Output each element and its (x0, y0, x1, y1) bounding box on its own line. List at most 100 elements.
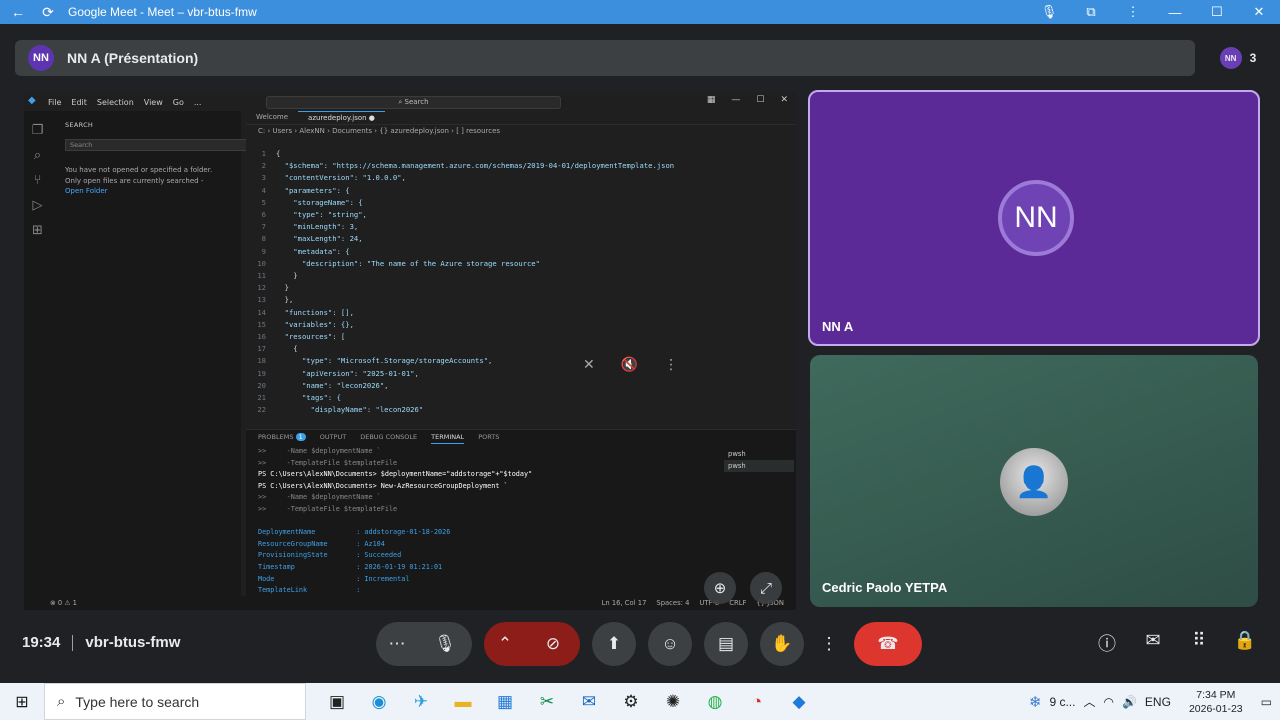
captions-button[interactable]: ▤ (704, 622, 748, 666)
windows-start-icon[interactable]: ⊞ (0, 692, 44, 712)
menu-file[interactable]: File (48, 98, 61, 107)
menu-edit[interactable]: Edit (71, 98, 87, 107)
file-explorer-icon[interactable]: ▬ (442, 683, 484, 720)
weather-text[interactable]: 9 c... (1049, 695, 1075, 709)
code-line[interactable]: 6 "type": "string", (246, 209, 746, 221)
terminal-output[interactable]: >> -Name $deploymentName ` >> -TemplateFi… (258, 446, 713, 597)
snipping-tool-icon[interactable]: ✂ (526, 683, 568, 720)
store-icon[interactable]: ▦ (484, 683, 526, 720)
camera-off-button[interactable]: ⊘ (526, 622, 580, 666)
zoom-in-icon[interactable]: ⊕ (704, 572, 736, 604)
activities-icon[interactable]: ⠿ (1186, 630, 1212, 656)
status-problems[interactable]: ⊗ 0 ⚠ 1 (24, 599, 77, 607)
close-button[interactable]: ✕ (1238, 4, 1280, 20)
tab-terminal[interactable]: TERMINAL (431, 430, 465, 444)
emoji-button[interactable]: ☺ (648, 622, 692, 666)
participant-tile[interactable]: 👤 Cedric Paolo YETPA (810, 355, 1258, 607)
fullscreen-icon[interactable]: ⤢ (750, 572, 782, 604)
weather-icon[interactable]: ❄ (1029, 693, 1042, 711)
mute-icon[interactable]: 🔇 (621, 357, 638, 373)
status-cursor[interactable]: Ln 16, Col 17 (602, 599, 647, 607)
more-vert-icon[interactable]: ⋮ (1112, 4, 1154, 20)
status-spaces[interactable]: Spaces: 4 (656, 599, 689, 607)
chatgpt-icon[interactable]: ✺ (652, 683, 694, 720)
menu-more[interactable]: ... (194, 98, 202, 107)
code-line[interactable]: 22 "displayName": "lecon2026" (246, 404, 746, 416)
edge-icon[interactable]: ◉ (358, 683, 400, 720)
more-options-button[interactable]: ⋮ (816, 622, 842, 666)
language-indicator[interactable]: ENG (1145, 695, 1171, 709)
sidebar-search-input[interactable]: Search (65, 139, 250, 151)
vscode-minimize-icon[interactable]: — (731, 95, 740, 105)
network-icon[interactable]: ◠ (1103, 695, 1113, 709)
terminal-item[interactable]: pwsh (724, 460, 794, 472)
meeting-details-icon[interactable]: ⓘ (1094, 630, 1120, 656)
more-options-icon[interactable]: ⋮ (664, 357, 678, 373)
vscode-maximize-icon[interactable]: ☐ (756, 95, 764, 105)
source-control-icon[interactable]: ⑂ (34, 173, 42, 188)
chat-icon[interactable]: ✉ (1140, 630, 1166, 656)
code-line[interactable]: 14 "functions": [], (246, 307, 746, 319)
code-line[interactable]: 3 "contentVersion": "1.0.0.0", (246, 172, 746, 184)
people-button[interactable]: NN 3 (1210, 42, 1266, 74)
extension-icon[interactable]: ⧉ (1070, 4, 1112, 20)
task-view-icon[interactable]: ▣ (316, 683, 358, 720)
volume-icon[interactable]: 🔊 (1122, 695, 1137, 709)
chrome-icon[interactable]: ◔ (736, 683, 778, 720)
code-line[interactable]: 5 "storageName": { (246, 197, 746, 209)
code-line[interactable]: 21 "tags": { (246, 392, 746, 404)
open-folder-link[interactable]: Open Folder (65, 187, 241, 195)
terminal-item[interactable]: pwsh (724, 448, 794, 460)
video-options-button[interactable]: ⌃ (484, 622, 526, 666)
code-line[interactable]: 10 "description": "The name of the Azure… (246, 258, 746, 270)
code-line[interactable]: 1{ (246, 148, 746, 160)
taskbar-search[interactable]: ⌕ Type here to search (44, 683, 306, 720)
layout-icon[interactable]: ▦ (707, 95, 716, 105)
menu-go[interactable]: Go (173, 98, 184, 107)
code-line[interactable]: 20 "name": "lecon2026", (246, 380, 746, 392)
raise-hand-button[interactable]: ✋ (760, 622, 804, 666)
telegram-icon[interactable]: ✈ (400, 683, 442, 720)
code-line[interactable]: 8 "maxLength": 24, (246, 233, 746, 245)
microphone-button[interactable]: 🎙 (418, 622, 472, 666)
participant-tile[interactable]: NN NN A (808, 90, 1260, 346)
vscode-close-icon[interactable]: ✕ (780, 95, 788, 105)
menu-selection[interactable]: Selection (97, 98, 134, 107)
tab-debug-console[interactable]: DEBUG CONSOLE (360, 430, 417, 444)
back-arrow-icon[interactable]: ← (6, 0, 30, 24)
code-line[interactable]: 15 "variables": {}, (246, 319, 746, 331)
reload-icon[interactable]: ⟳ (36, 0, 60, 24)
whatsapp-icon[interactable]: ◍ (694, 683, 736, 720)
code-line[interactable]: 9 "metadata": { (246, 246, 746, 258)
tab-problems[interactable]: PROBLEMS 1 (258, 430, 306, 444)
present-screen-button[interactable]: ⬆ (592, 622, 636, 666)
menu-view[interactable]: View (144, 98, 163, 107)
run-debug-icon[interactable]: ▷ (33, 198, 43, 213)
code-line[interactable]: 11 } (246, 270, 746, 282)
maximize-button[interactable]: ☐ (1196, 4, 1238, 20)
tab-output[interactable]: OUTPUT (320, 430, 347, 444)
audio-options-button[interactable]: ⋯ (376, 622, 418, 666)
microphone-icon[interactable]: 🎙 (1028, 4, 1070, 20)
code-line[interactable]: 2 "$schema": "https://schema.management.… (246, 160, 746, 172)
vscode-icon[interactable]: ◆ (778, 683, 820, 720)
tab-ports[interactable]: PORTS (478, 430, 499, 444)
extensions-icon[interactable]: ⊞ (32, 223, 43, 238)
outlook-icon[interactable]: ✉ (568, 683, 610, 720)
host-controls-icon[interactable]: 🔒 (1232, 630, 1258, 656)
code-line[interactable]: 4 "parameters": { (246, 185, 746, 197)
code-line[interactable]: 7 "minLength": 3, (246, 221, 746, 233)
code-line[interactable]: 17 { (246, 343, 746, 355)
code-line[interactable]: 12 } (246, 282, 746, 294)
notification-icon[interactable]: ▭ (1261, 695, 1272, 709)
leave-call-button[interactable]: ☎ (854, 622, 922, 666)
code-line[interactable]: 13 }, (246, 294, 746, 306)
taskbar-clock[interactable]: 7:34 PM 2026-01-23 (1189, 688, 1243, 716)
search-icon[interactable]: ⌕ (34, 148, 41, 163)
tab-welcome[interactable]: Welcome (246, 111, 298, 124)
code-line[interactable]: 16 "resources": [ (246, 331, 746, 343)
code-lines[interactable]: 1{2 "$schema": "https://schema.managemen… (246, 148, 746, 416)
tray-chevron-icon[interactable]: ︿ (1083, 693, 1095, 710)
tab-azuredeploy[interactable]: azuredeploy.json ● (298, 111, 385, 124)
control-panel-icon[interactable]: ⚙ (610, 683, 652, 720)
